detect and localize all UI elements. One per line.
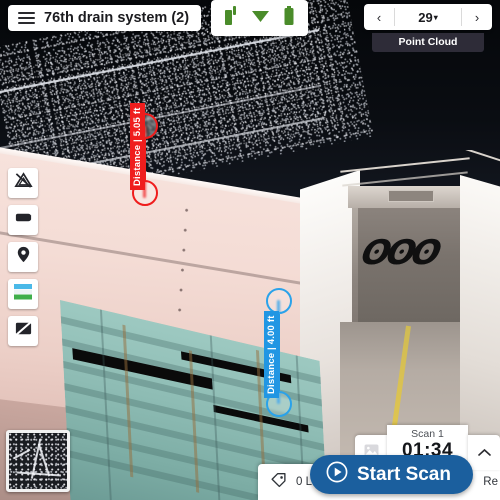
measure-off-icon [13, 171, 33, 195]
start-scan-label: Start Scan [357, 463, 451, 485]
left-toolbar [8, 168, 38, 346]
measure-off-tool-button[interactable] [8, 168, 38, 198]
minimap-thumbnail[interactable] [6, 430, 70, 492]
scan-name: Scan 1 [411, 428, 444, 440]
top-toolbar: 76th drain system (2) ‹ 29 ▾ › Point Clo… [0, 0, 500, 52]
measurement-red-label: Distance | 5.05 ft [130, 103, 145, 190]
wifi-signal-icon [251, 8, 270, 28]
collapse-scan-panel-button[interactable] [468, 435, 500, 470]
hamburger-icon[interactable] [18, 12, 35, 24]
image-off-tool-button[interactable] [8, 316, 38, 346]
waypoint-tool-button[interactable] [8, 242, 38, 272]
page-title: 76th drain system (2) [44, 10, 190, 26]
graffiti-tag: ʘʘʘ [357, 233, 441, 273]
tunnel-sign-plate [388, 190, 434, 202]
device-status-group [211, 0, 309, 36]
view-mode-tab[interactable]: Point Cloud [372, 33, 484, 52]
measurement-blue-handle-start[interactable] [266, 288, 292, 314]
tag-tool-button[interactable] [8, 205, 38, 235]
play-circle-icon [326, 461, 348, 489]
tag-icon [270, 472, 287, 492]
scan-app-window: ʘʘʘ Distance | 5.05 ft Distance | 4.00 f… [0, 0, 500, 500]
scanner-device-icon [225, 6, 237, 30]
color-map-icon [13, 283, 33, 306]
handrail-lower [342, 171, 468, 187]
chevron-up-icon [477, 446, 491, 460]
project-selector[interactable]: 76th drain system (2) [8, 5, 202, 31]
scan-index-value: 29 [418, 9, 433, 25]
bottom-right-partial-label[interactable]: Re [483, 476, 498, 488]
chevron-down-icon: ▾ [433, 12, 438, 22]
colormap-tool-button[interactable] [8, 279, 38, 309]
scan-index-dropdown[interactable]: 29 ▾ [395, 4, 461, 30]
start-scan-button[interactable]: Start Scan [310, 455, 473, 494]
image-off-icon [14, 319, 33, 343]
next-scan-button[interactable]: › [462, 4, 492, 30]
map-pin-icon [14, 245, 33, 269]
handrail-upper [340, 157, 470, 173]
scan-navigator-pill: ‹ 29 ▾ › [364, 4, 492, 30]
battery-icon [284, 6, 294, 30]
scan-navigator: ‹ 29 ▾ › Point Cloud [364, 4, 492, 52]
prev-scan-button[interactable]: ‹ [364, 4, 394, 30]
measurement-blue-label: Distance | 4.00 ft [264, 311, 279, 398]
tag-icon [14, 208, 33, 232]
